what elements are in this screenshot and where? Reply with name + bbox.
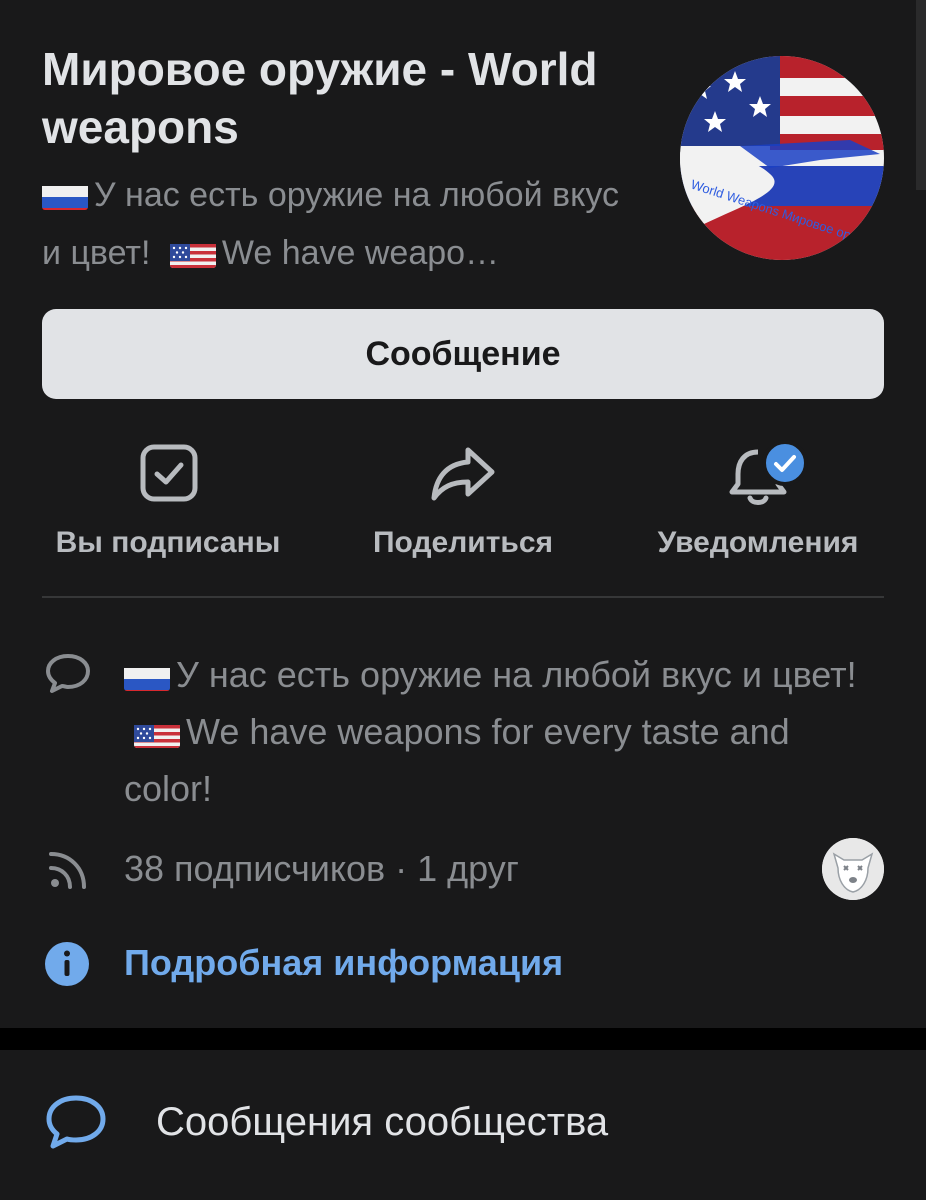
community-name: Мировое оружие - World weapons (42, 43, 598, 153)
comment-icon (44, 652, 92, 699)
community-header-card: Мировое оружие - World weapons У нас ест… (0, 0, 926, 1028)
community-avatar[interactable]: World Weapons Мировое оружие (680, 56, 884, 260)
divider (42, 596, 884, 598)
community-messages-label: Сообщения сообщества (156, 1100, 609, 1144)
details-link[interactable]: Подробная информация (124, 938, 563, 988)
status-text-en: We have weapo… (221, 234, 500, 272)
share-arrow-icon (430, 444, 496, 507)
community-messages-card[interactable]: Сообщения сообщества (0, 1050, 926, 1200)
share-action[interactable]: Поделиться (352, 440, 574, 570)
info-icon (44, 941, 90, 992)
community-status: У нас есть оружие на любой вкус и цвет! … (42, 166, 642, 282)
friend-avatar[interactable] (822, 838, 884, 900)
subscribed-action[interactable]: Вы подписаны (42, 440, 294, 570)
notifications-label: Уведомления (657, 526, 859, 559)
usa-flag-icon (134, 716, 180, 748)
followers-count[interactable]: 38 подписчиков · 1 друг (124, 844, 519, 894)
description-text-ru: У нас есть оружие на любой вкус и цвет! (176, 654, 857, 695)
notifications-action[interactable]: Уведомления (640, 440, 876, 570)
message-button[interactable]: Сообщение (42, 309, 884, 399)
russia-flag-icon (124, 659, 170, 691)
checkbox-checked-icon (140, 444, 198, 507)
russia-flag-icon (42, 178, 88, 210)
scrollbar[interactable] (916, 0, 926, 190)
share-label: Поделиться (372, 526, 554, 559)
community-description: У нас есть оружие на любой вкус и цвет! … (124, 646, 864, 817)
description-text-en: We have weapons for every taste and colo… (124, 711, 790, 809)
usa-flag-icon (169, 236, 216, 268)
rss-icon (46, 848, 90, 897)
check-badge-icon (762, 440, 808, 491)
subscribed-label: Вы подписаны (55, 526, 281, 559)
chat-bubble-icon (44, 1094, 108, 1157)
